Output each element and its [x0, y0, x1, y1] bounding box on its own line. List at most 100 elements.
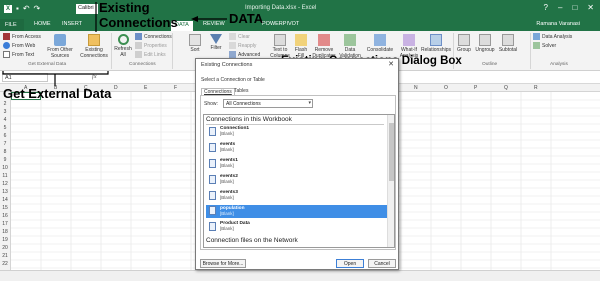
tab-insert[interactable]: INSERT [62, 21, 82, 27]
solver-button[interactable]: Solver [533, 42, 556, 49]
column-header[interactable]: F [174, 85, 177, 91]
column-header[interactable]: P [474, 85, 477, 91]
relationships-button[interactable]: Relationships [420, 34, 452, 53]
list-item-connection[interactable]: events [Blank] [206, 142, 388, 153]
connections-button[interactable]: Connections [135, 33, 172, 40]
row-header[interactable]: 16 [1, 213, 9, 219]
row-header[interactable]: 10 [1, 165, 9, 171]
from-web-button[interactable]: From Web [3, 42, 35, 49]
list-scrollbar[interactable] [387, 115, 394, 247]
close-icon[interactable]: ✕ [587, 3, 594, 12]
refresh-icon [117, 34, 129, 45]
show-dropdown[interactable]: All Connections ▾ [223, 99, 313, 108]
advanced-button[interactable]: Advanced [229, 51, 260, 58]
from-text-button[interactable]: From Text [3, 51, 34, 58]
name-box[interactable]: A1 [2, 73, 48, 82]
maximize-icon[interactable]: □ [572, 3, 577, 12]
row-header[interactable]: 9 [1, 157, 9, 163]
dialog-close-icon[interactable]: ✕ [388, 60, 394, 68]
user-name[interactable]: Ramana Varanasi [536, 21, 580, 27]
row-header[interactable]: 22 [1, 261, 9, 267]
consolidate-button[interactable]: Consolidate [363, 34, 397, 53]
browse-for-more-button[interactable]: Browse for More... [200, 259, 246, 268]
column-header[interactable]: N [414, 85, 418, 91]
column-header[interactable]: O [444, 85, 448, 91]
font-name-box[interactable]: Calibri [76, 4, 98, 14]
connection-list[interactable]: Connections in this Workbook Connection1… [203, 114, 395, 248]
existing-connections-label-2: Connections [80, 53, 108, 59]
clear-button[interactable]: Clear [229, 33, 250, 40]
from-other-sources-button[interactable]: From Other Sources [44, 34, 76, 59]
tab-file[interactable]: FILE [0, 19, 24, 31]
row-header[interactable]: 17 [1, 221, 9, 227]
list-item-connection[interactable]: Product Data [Blank] [206, 221, 388, 232]
column-header[interactable]: E [144, 85, 147, 91]
row-header[interactable]: 2 [1, 101, 9, 107]
properties-button[interactable]: Properties [135, 42, 167, 49]
scrollbar-thumb[interactable] [389, 123, 394, 181]
row-header[interactable]: 19 [1, 237, 9, 243]
edit-links-button[interactable]: Edit Links [135, 51, 166, 58]
list-item-connection[interactable]: events2 [Blank] [206, 174, 388, 185]
access-icon [3, 33, 10, 40]
column-header[interactable]: Q [504, 85, 508, 91]
minimize-icon[interactable]: – [558, 3, 562, 12]
row-header[interactable]: 14 [1, 197, 9, 203]
row-header[interactable]: 13 [1, 189, 9, 195]
row-header[interactable]: 11 [1, 173, 9, 179]
subtotal-button[interactable]: Subtotal [496, 34, 520, 53]
row-header[interactable]: 5 [1, 125, 9, 131]
list-item-connection[interactable]: events1 [Blank] [206, 158, 388, 169]
group-button[interactable]: Group [455, 34, 473, 53]
row-header[interactable]: 18 [1, 229, 9, 235]
connection-description: [Blank] [220, 131, 234, 136]
row-header[interactable]: 15 [1, 205, 9, 211]
connections-icon [135, 33, 142, 40]
row-header[interactable]: 20 [1, 245, 9, 251]
existing-connections-button[interactable]: Existing Connections [78, 34, 110, 59]
from-text-label: From Text [12, 51, 35, 58]
list-item-connection-selected[interactable]: population [Blank] [206, 205, 388, 218]
open-button[interactable]: Open [336, 259, 364, 268]
connection-icon [209, 159, 216, 168]
cancel-button[interactable]: Cancel [368, 259, 396, 268]
tab-powerpivot[interactable]: POWERPIVOT [262, 21, 299, 27]
data-analysis-label: Data Analysis [542, 33, 573, 40]
help-icon[interactable]: ? [544, 3, 548, 12]
row-header[interactable]: 4 [1, 117, 9, 123]
undo-icon[interactable]: ↶ [23, 4, 30, 13]
row-header[interactable]: 6 [1, 133, 9, 139]
subtotal-label: Subtotal [498, 47, 518, 53]
connection-description: [Blank] [220, 226, 234, 231]
row-header[interactable]: 7 [1, 141, 9, 147]
existing-connections-icon [88, 34, 100, 46]
tab-tables[interactable]: Tables [232, 88, 250, 94]
refresh-all-button[interactable]: Refresh All [112, 34, 134, 58]
redo-icon[interactable]: ↷ [34, 4, 41, 13]
fx-icon[interactable]: fx [92, 73, 97, 80]
filter-button[interactable]: Filter [206, 34, 226, 51]
group-separator [172, 33, 173, 69]
connection-description: [Blank] [220, 179, 234, 184]
list-item-connection[interactable]: Connection1 [Blank] [206, 126, 388, 137]
row-header[interactable]: 8 [1, 149, 9, 155]
subtotal-icon [502, 34, 514, 46]
ungroup-button[interactable]: Ungroup [474, 34, 496, 53]
tab-review[interactable]: REVIEW [203, 21, 225, 27]
sort-button[interactable]: Sort [186, 34, 204, 53]
tab-home[interactable]: HOME [34, 21, 51, 27]
save-icon[interactable]: ▪ [16, 4, 19, 13]
row-header[interactable]: 3 [1, 109, 9, 115]
clear-filter-icon [229, 33, 236, 40]
column-header[interactable]: R [534, 85, 538, 91]
row-header[interactable]: 21 [1, 253, 9, 259]
consolidate-label: Consolidate [366, 47, 394, 53]
data-analysis-button[interactable]: Data Analysis [533, 33, 572, 40]
list-item-connection[interactable]: events3 [Blank] [206, 190, 388, 201]
reapply-button[interactable]: Reapply [229, 42, 256, 49]
tab-connections[interactable]: Connections [201, 88, 235, 95]
column-header[interactable]: D [114, 85, 118, 91]
row-header[interactable]: 12 [1, 181, 9, 187]
annotation-data: DATA [229, 11, 264, 26]
from-access-button[interactable]: From Access [3, 33, 41, 40]
